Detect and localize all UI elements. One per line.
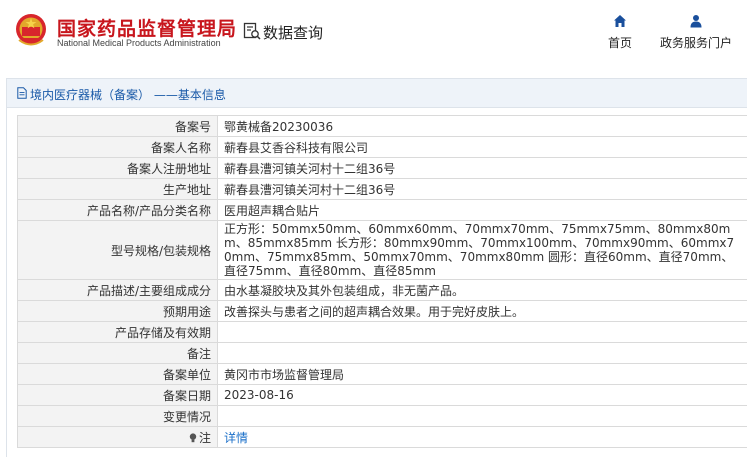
field-value: 蕲春县艾香谷科技有限公司 [217, 136, 747, 158]
table-row: 备案日期 2023-08-16 [17, 384, 747, 406]
table-row: 备案人名称 蕲春县艾香谷科技有限公司 [17, 136, 747, 158]
table-row: 型号规格/包装规格 正方形：50mmx50mm、60mmx60mm、70mmx7… [17, 220, 747, 280]
field-value: 改善探头与患者之间的超声耦合效果。用于完好皮肤上。 [217, 300, 747, 322]
home-icon [614, 15, 626, 27]
field-label: 预期用途 [17, 300, 218, 322]
nav-gov-service-portal[interactable]: 政务服务门户 [656, 14, 736, 56]
field-value: 2023-08-16 [217, 384, 747, 406]
table-row: 备案号 鄂黄械备20230036 [17, 115, 747, 137]
field-value [217, 405, 747, 427]
table-row: 备案人注册地址 蕲春县漕河镇关河村十二组36号 [17, 157, 747, 179]
field-label: 备案号 [17, 115, 218, 137]
field-value [217, 342, 747, 364]
basic-info-table: 备案号 鄂黄械备20230036 备案人名称 蕲春县艾香谷科技有限公司 备案人注… [17, 115, 747, 448]
field-value: 蕲春县漕河镇关河村十二组36号 [217, 157, 747, 179]
agency-name-en: National Medical Products Administration [57, 38, 221, 48]
field-value: 医用超声耦合贴片 [217, 199, 747, 221]
field-label: 产品存储及有效期 [17, 321, 218, 343]
field-label: 备案日期 [17, 384, 218, 406]
national-emblem-icon [16, 14, 46, 46]
nav-home[interactable]: 首页 [603, 14, 637, 56]
nav-gov-label: 政务服务门户 [659, 36, 732, 50]
field-label: 生产地址 [17, 178, 218, 200]
field-label: 产品描述/主要组成成分 [17, 279, 218, 301]
table-row: 变更情况 [17, 405, 747, 427]
field-value: 黄冈市市场监督管理局 [217, 363, 747, 385]
table-row: 备注 [17, 342, 747, 364]
field-label: 变更情况 [17, 405, 218, 427]
field-label: 备案人注册地址 [17, 157, 218, 179]
field-label: 备注 [17, 342, 218, 364]
field-label: 产品名称/产品分类名称 [17, 199, 218, 221]
field-label: 型号规格/包装规格 [17, 220, 218, 280]
field-value: 详情 [217, 426, 747, 448]
field-value: 由水基凝胶块及其外包装组成，非无菌产品。 [217, 279, 747, 301]
details-link[interactable]: 详情 [224, 431, 248, 445]
field-value [217, 321, 747, 343]
user-icon [690, 15, 702, 28]
field-value: 正方形：50mmx50mm、60mmx60mm、70mmx70mm、75mmx7… [217, 220, 747, 280]
data-query-icon [243, 22, 261, 40]
field-value: 鄂黄械备20230036 [217, 115, 747, 137]
detail-panel: 境内医疗器械（备案） ——基本信息 备案号 鄂黄械备20230036 备案人名称… [6, 78, 747, 457]
nav-home-label: 首页 [607, 36, 632, 50]
table-row: 生产地址 蕲春县漕河镇关河村十二组36号 [17, 178, 747, 200]
field-label: 备案人名称 [17, 136, 218, 158]
document-icon [17, 87, 27, 99]
lightbulb-icon [189, 432, 197, 442]
field-value: 蕲春县漕河镇关河村十二组36号 [217, 178, 747, 200]
site-header: 国家药品监督管理局 National Medical Products Admi… [0, 0, 747, 68]
panel-title: 境内医疗器械（备案） ——基本信息 [30, 88, 226, 102]
table-row: 产品名称/产品分类名称 医用超声耦合贴片 [17, 199, 747, 221]
data-query-label[interactable]: 数据查询 [263, 22, 323, 43]
table-row: 产品描述/主要组成成分 由水基凝胶块及其外包装组成，非无菌产品。 [17, 279, 747, 301]
table-row: 备案单位 黄冈市市场监督管理局 [17, 363, 747, 385]
note-label-cell: 注 [17, 426, 218, 448]
field-label: 备案单位 [17, 363, 218, 385]
table-row: 产品存储及有效期 [17, 321, 747, 343]
table-row: 注 详情 [17, 426, 747, 448]
agency-name-cn: 国家药品监督管理局 [57, 18, 238, 40]
panel-title-bar: 境内医疗器械（备案） ——基本信息 [7, 79, 747, 108]
table-row: 预期用途 改善探头与患者之间的超声耦合效果。用于完好皮肤上。 [17, 300, 747, 322]
field-label: 注 [198, 430, 211, 445]
